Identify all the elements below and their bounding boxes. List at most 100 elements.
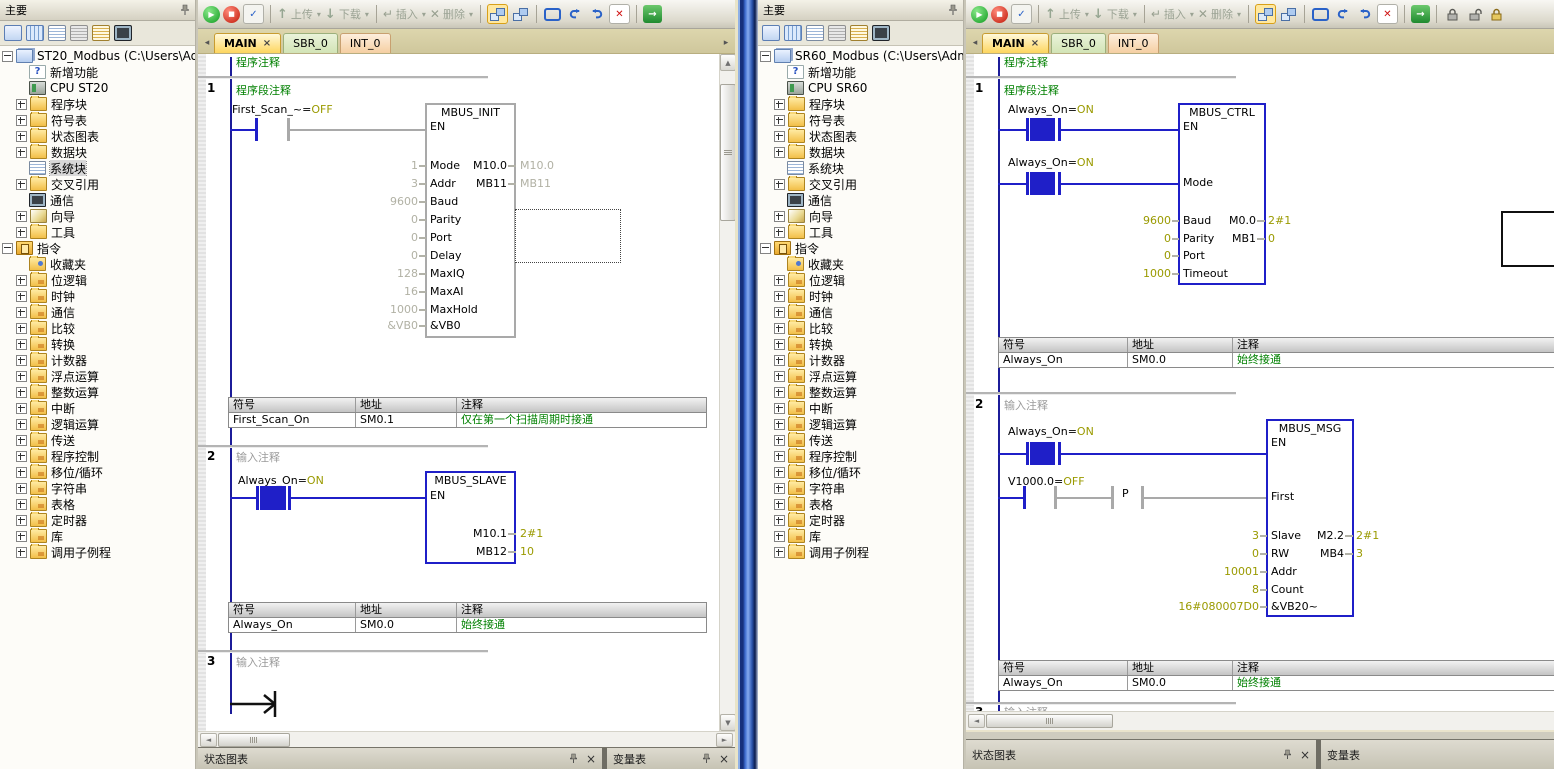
network-comment[interactable]: 输入注释 — [236, 657, 280, 669]
tab-scroll-right-icon[interactable]: ▸ — [719, 33, 733, 53]
stop-button[interactable] — [991, 6, 1008, 23]
document-view-icon[interactable] — [48, 25, 66, 41]
horizontal-scrollbar[interactable]: ◄ — [966, 711, 1554, 730]
expand-icon[interactable] — [774, 115, 785, 126]
param-value[interactable]: 1000 — [1071, 268, 1171, 280]
tree-item[interactable]: 系统块 — [0, 160, 195, 176]
prev-button[interactable] — [565, 5, 584, 23]
list-view-icon[interactable] — [92, 25, 110, 41]
tree-item[interactable]: 浮点运算 — [0, 368, 195, 384]
expand-icon[interactable] — [774, 483, 785, 494]
upload-dropdown[interactable] — [317, 10, 321, 19]
tree-item[interactable]: 定时器 — [758, 512, 963, 528]
tree-item[interactable]: 收藏夹 — [0, 256, 195, 272]
output-operand[interactable]: MB12 — [450, 546, 507, 558]
next-button[interactable] — [587, 5, 606, 23]
tree-item[interactable]: 新增功能 — [758, 64, 963, 80]
tree-item[interactable]: 状态图表 — [0, 128, 195, 144]
expand-icon[interactable] — [16, 499, 27, 510]
pin-icon[interactable] — [948, 4, 958, 16]
tree-item[interactable]: 程序控制 — [758, 448, 963, 464]
scroll-thumb[interactable] — [986, 714, 1113, 728]
upload-button[interactable]: 上传 — [1059, 6, 1081, 22]
tree-item[interactable]: 数据块 — [0, 144, 195, 160]
delete-button[interactable]: 删除 — [443, 6, 465, 22]
param-value[interactable]: 10001 — [1149, 566, 1259, 578]
contact-energized[interactable] — [1030, 118, 1055, 141]
expand-icon[interactable] — [774, 355, 785, 366]
scroll-right-icon[interactable]: ► — [716, 733, 733, 747]
tree-item[interactable]: 计数器 — [758, 352, 963, 368]
delete-icon[interactable]: ✕ — [430, 7, 440, 21]
param-value[interactable]: 128 — [318, 268, 418, 280]
output-operand[interactable]: MB4 — [1287, 548, 1344, 560]
param-value[interactable]: 9600 — [1071, 215, 1171, 227]
new-network-button[interactable] — [1311, 5, 1330, 23]
param-value[interactable]: 0 — [318, 250, 418, 262]
list-view-icon[interactable] — [850, 25, 868, 41]
insert-icon[interactable]: ↵ — [1151, 7, 1161, 21]
delete-dropdown[interactable] — [469, 10, 473, 19]
new-network-button[interactable] — [543, 5, 562, 23]
expand-icon[interactable] — [16, 323, 27, 334]
network-comment[interactable]: 程序段注释 — [1004, 85, 1059, 97]
tree-item[interactable]: 比较 — [758, 320, 963, 336]
expand-icon[interactable] — [16, 435, 27, 446]
tree-item[interactable]: 收藏夹 — [758, 256, 963, 272]
scroll-up-icon[interactable]: ▲ — [720, 54, 736, 71]
network-comment[interactable]: 程序段注释 — [236, 85, 291, 97]
tree-item[interactable]: 字符串 — [0, 480, 195, 496]
tree-item[interactable]: 传送 — [758, 432, 963, 448]
contact-energized[interactable] — [1030, 442, 1055, 465]
tree-item[interactable]: 交叉引用 — [758, 176, 963, 192]
delete-dropdown[interactable] — [1237, 10, 1241, 19]
tree-item[interactable]: 库 — [0, 528, 195, 544]
tree-item[interactable]: CPU SR60 — [758, 80, 963, 96]
tree-item[interactable]: 字符串 — [758, 480, 963, 496]
tree-root-instructions[interactable]: 指令 — [0, 240, 195, 256]
expand-icon[interactable] — [774, 419, 785, 430]
expand-icon[interactable] — [774, 147, 785, 158]
collapse-icon[interactable] — [760, 51, 771, 62]
tree-item[interactable]: 定时器 — [0, 512, 195, 528]
expand-icon[interactable] — [16, 419, 27, 430]
stop-button[interactable] — [223, 6, 240, 23]
tree-item[interactable]: 程序块 — [0, 96, 195, 112]
expand-icon[interactable] — [774, 291, 785, 302]
expand-icon[interactable] — [774, 323, 785, 334]
collapse-icon[interactable] — [760, 243, 771, 254]
param-value[interactable]: 16 — [318, 286, 418, 298]
close-tab-icon[interactable] — [263, 38, 271, 49]
expand-icon[interactable] — [774, 307, 785, 318]
vertical-scrollbar[interactable]: ▲ ▼ — [719, 54, 735, 731]
tree-item[interactable]: 整数运算 — [0, 384, 195, 400]
param-value[interactable]: 1 — [318, 160, 418, 172]
param-value[interactable]: 3 — [1149, 530, 1259, 542]
expand-icon[interactable] — [774, 451, 785, 462]
tree-item[interactable]: 向导 — [758, 208, 963, 224]
table-view-icon[interactable] — [784, 25, 802, 41]
variable-table-panel[interactable]: 变量表 — [607, 748, 735, 769]
document-gray-icon[interactable] — [70, 25, 88, 41]
monitor-icon[interactable] — [872, 25, 890, 41]
expand-icon[interactable] — [16, 467, 27, 478]
next-button[interactable] — [1355, 5, 1374, 23]
tree-item[interactable]: 数据块 — [758, 144, 963, 160]
expand-icon[interactable] — [16, 291, 27, 302]
param-value[interactable]: 8 — [1149, 584, 1259, 596]
tree-item[interactable]: 状态图表 — [758, 128, 963, 144]
table-row[interactable]: Always_OnSM0.0始终接通 — [999, 353, 1554, 367]
tree-item[interactable]: 库 — [758, 528, 963, 544]
param-value[interactable]: 0 — [318, 232, 418, 244]
tab-int0[interactable]: INT_0 — [340, 33, 391, 53]
expand-icon[interactable] — [16, 451, 27, 462]
status-chart-panel[interactable]: 状态图表 — [966, 740, 1316, 769]
tree-item[interactable]: 新增功能 — [0, 64, 195, 80]
expand-icon[interactable] — [16, 355, 27, 366]
run-button[interactable] — [971, 6, 988, 23]
pou-view2-button[interactable] — [1279, 5, 1298, 23]
run-button[interactable] — [203, 6, 220, 23]
tree-item[interactable]: 程序控制 — [0, 448, 195, 464]
output-operand[interactable]: M2.2 — [1287, 530, 1344, 542]
expand-icon[interactable] — [774, 515, 785, 526]
